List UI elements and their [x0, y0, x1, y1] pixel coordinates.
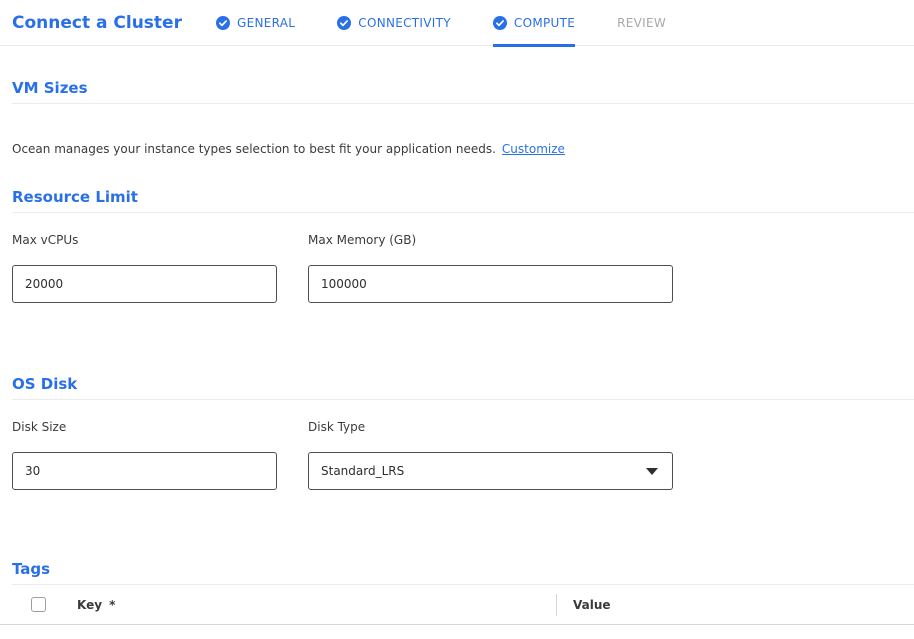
tab-general[interactable]: GENERAL [216, 0, 295, 46]
tab-label: CONNECTIVITY [358, 16, 451, 30]
max-memory-label: Max Memory (GB) [308, 233, 673, 247]
tags-heading: Tags [12, 560, 914, 585]
os-disk-fields: Disk Size Disk Type Standard_LRS [12, 420, 914, 490]
check-circle-icon [216, 16, 230, 30]
tab-label: REVIEW [617, 16, 666, 30]
active-tab-indicator [493, 44, 575, 47]
os-disk-heading: OS Disk [12, 375, 914, 400]
disk-type-select[interactable]: Standard_LRS [308, 452, 673, 490]
max-memory-input[interactable] [308, 265, 673, 303]
customize-link[interactable]: Customize [502, 142, 565, 156]
tab-label: COMPUTE [514, 16, 575, 30]
vm-sizes-description-text: Ocean manages your instance types select… [12, 142, 496, 156]
max-vcpus-input[interactable] [12, 265, 277, 303]
max-memory-field: Max Memory (GB) [308, 233, 673, 303]
disk-type-field: Disk Type Standard_LRS [308, 420, 673, 490]
disk-type-selected-value: Standard_LRS [321, 464, 404, 478]
tags-table-header: Key * Value [0, 585, 914, 625]
disk-size-field: Disk Size [12, 420, 277, 490]
check-circle-icon [337, 16, 351, 30]
tab-connectivity[interactable]: CONNECTIVITY [337, 0, 451, 46]
disk-type-label: Disk Type [308, 420, 673, 434]
disk-size-input[interactable] [12, 452, 277, 490]
dropdown-arrow-icon [646, 468, 658, 475]
tab-label: GENERAL [237, 16, 295, 30]
wizard-header: Connect a Cluster GENERAL CONNECTIVITY C… [0, 0, 914, 46]
tab-compute[interactable]: COMPUTE [493, 0, 575, 46]
check-circle-icon [493, 16, 507, 30]
tab-review[interactable]: REVIEW [617, 0, 666, 46]
column-divider [556, 594, 557, 616]
page-title: Connect a Cluster [12, 13, 182, 33]
tags-key-column-header: Key [77, 598, 102, 612]
tags-value-column-header: Value [573, 598, 611, 612]
wizard-tabs: GENERAL CONNECTIVITY COMPUTE REVIEW [216, 0, 708, 46]
required-asterisk: * [109, 598, 115, 612]
vm-sizes-description: Ocean manages your instance types select… [12, 142, 914, 156]
disk-size-label: Disk Size [12, 420, 277, 434]
vm-sizes-heading: VM Sizes [12, 79, 914, 104]
max-vcpus-field: Max vCPUs [12, 233, 277, 303]
resource-limit-fields: Max vCPUs Max Memory (GB) [12, 233, 914, 303]
resource-limit-heading: Resource Limit [12, 188, 914, 213]
max-vcpus-label: Max vCPUs [12, 233, 277, 247]
select-all-checkbox[interactable] [31, 597, 46, 612]
